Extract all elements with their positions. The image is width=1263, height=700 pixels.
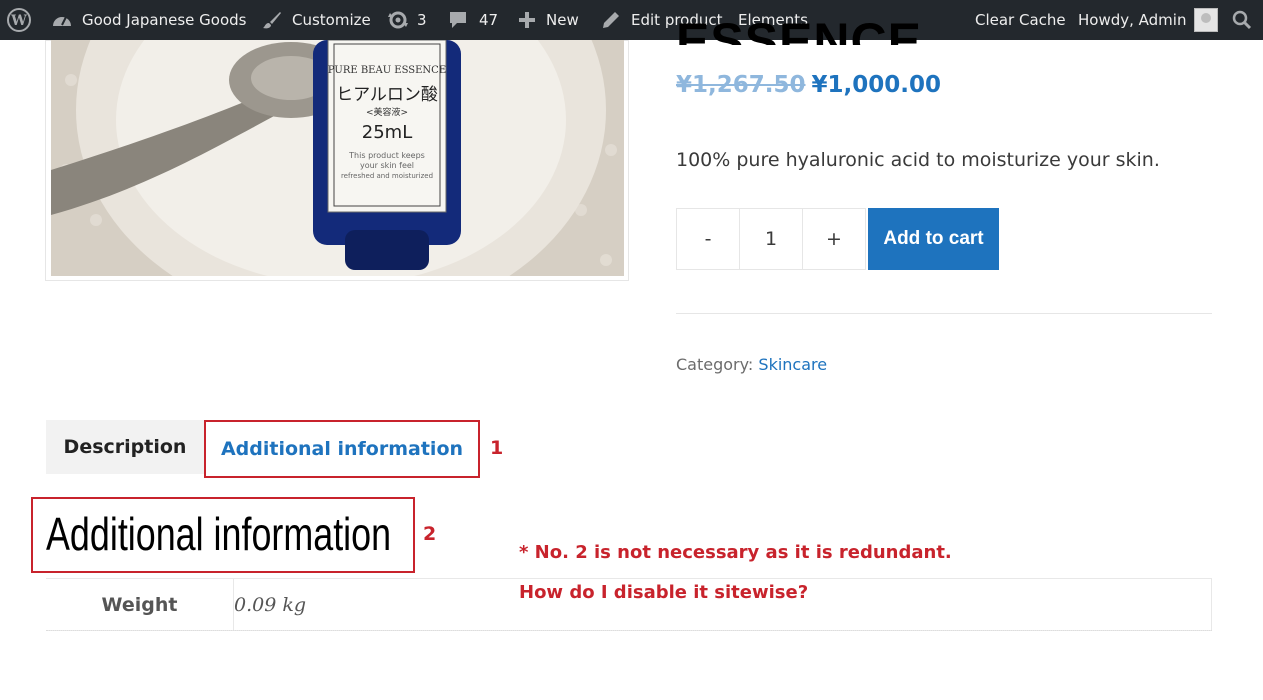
add-to-cart-button[interactable]: Add to cart [868, 208, 999, 270]
svg-text:PURE BEAU ESSENCE: PURE BEAU ESSENCE [328, 65, 446, 76]
pencil-icon [601, 10, 621, 30]
table-bottom-border [46, 630, 1212, 631]
comments-count: 47 [479, 11, 499, 29]
product-title: ESSENCE [676, 21, 922, 45]
product-meta: Category: Skincare [676, 355, 827, 374]
attribute-value-weight: 0.09 kg [234, 593, 307, 616]
annotation-note-line1: * No. 2 is not necessary as it is redund… [519, 542, 952, 563]
annotation-note-line2: How do I disable it sitewise? [519, 582, 809, 603]
svg-text:ヒアルロン酸: ヒアルロン酸 [336, 85, 438, 105]
product-price: ¥1,267.50 ¥1,000.00 [676, 72, 941, 98]
summary-divider [676, 313, 1212, 314]
clear-cache-label: Clear Cache [975, 11, 1066, 29]
paintbrush-icon [262, 10, 282, 30]
my-account-menu[interactable]: Howdy, Admin [1078, 0, 1219, 40]
search-icon[interactable] [1232, 0, 1252, 40]
comments-link[interactable]: 47 [448, 0, 498, 40]
annotation-marker-1: 1 [490, 437, 504, 459]
price-regular: ¥1,267.50 [676, 72, 806, 98]
additional-information-heading: Additional information [46, 508, 392, 560]
category-link[interactable]: Skincare [758, 355, 827, 374]
wordpress-logo-icon[interactable]: W [7, 0, 31, 40]
howdy-label: Howdy, Admin [1078, 11, 1187, 29]
tab-description[interactable]: Description [46, 420, 204, 474]
clear-cache-link[interactable]: Clear Cache [975, 0, 1066, 40]
svg-text:25mL: 25mL [362, 122, 412, 143]
customize-label: Customize [292, 11, 371, 29]
product-image[interactable]: PURE BEAU ESSENCE ヒアルロン酸 <美容液> 25mL This… [51, 40, 624, 276]
updates-link[interactable]: 3 [387, 0, 427, 40]
new-label: New [546, 11, 579, 29]
site-name-label: Good Japanese Goods [82, 11, 247, 29]
quantity-stepper: - 1 + [676, 208, 866, 270]
dashboard-icon [51, 10, 73, 30]
quantity-minus-button[interactable]: - [677, 209, 740, 269]
attribute-label-weight: Weight [46, 579, 234, 630]
customize-link[interactable]: Customize [262, 0, 371, 40]
svg-text:refreshed and moisturized: refreshed and moisturized [341, 172, 433, 180]
svg-text:W: W [10, 13, 27, 29]
admin-bar: W Good Japanese Goods Customize 3 47 New [0, 0, 1263, 40]
svg-text:<美容液>: <美容液> [366, 106, 408, 118]
product-photo-illustration: PURE BEAU ESSENCE ヒアルロン酸 <美容液> 25mL This… [51, 40, 624, 276]
new-content-menu[interactable]: New [518, 0, 579, 40]
annotation-marker-2: 2 [423, 523, 437, 545]
site-name-menu[interactable]: Good Japanese Goods [51, 0, 246, 40]
avatar [1194, 8, 1219, 32]
updates-count: 3 [417, 11, 427, 29]
quantity-plus-button[interactable]: + [803, 209, 865, 269]
plus-icon [518, 11, 536, 29]
svg-text:your skin feel: your skin feel [360, 161, 414, 170]
comment-bubble-icon [448, 10, 468, 30]
updates-refresh-icon [387, 9, 409, 31]
category-label: Category: [676, 355, 754, 374]
tab-additional-information[interactable]: Additional information [204, 420, 480, 478]
svg-text:This product keeps: This product keeps [348, 151, 425, 160]
product-short-description: 100% pure hyaluronic acid to moisturize … [676, 149, 1160, 171]
price-sale: ¥1,000.00 [811, 72, 942, 98]
quantity-input[interactable]: 1 [740, 209, 803, 269]
